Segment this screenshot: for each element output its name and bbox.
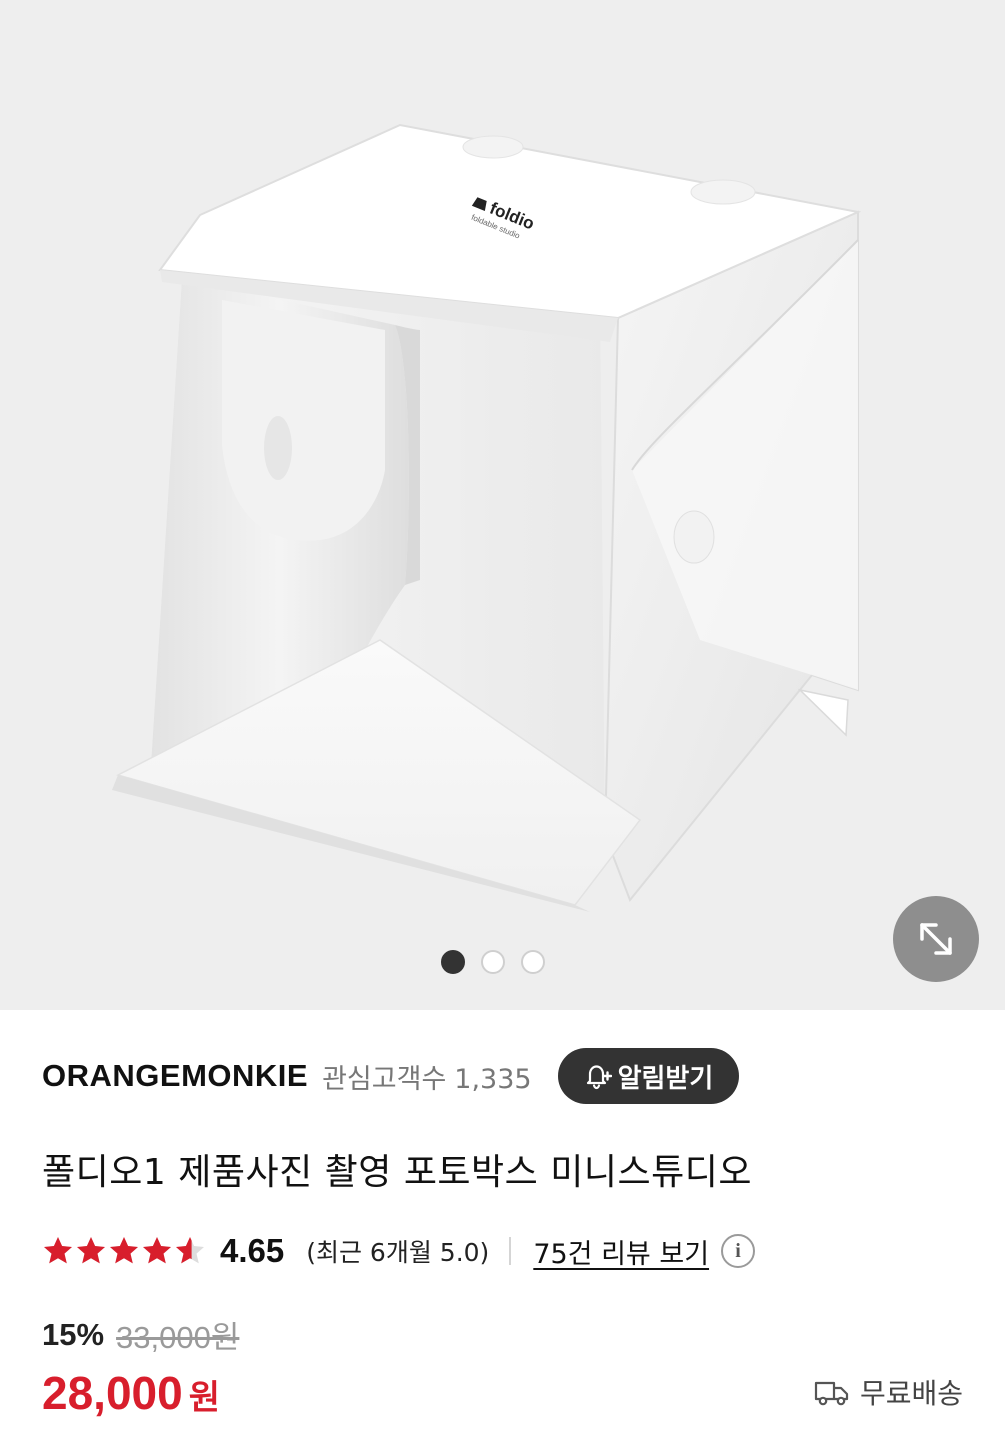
gallery-dot-3[interactable] [520,950,545,974]
expand-image-button[interactable] [893,896,979,982]
subscribe-alarm-label: 알림받기 [617,1063,714,1094]
info-circle-icon[interactable]: i [721,1234,756,1268]
rating-score: 4.65 [220,1232,285,1269]
subscribe-alarm-button[interactable]: 알림받기 [557,1048,740,1104]
discount-rate: 15% [42,1316,105,1352]
brand-name-link[interactable]: ORANGEMONKIE [42,1058,308,1094]
followers-label: 관심고객수 [322,1063,447,1095]
gallery-dot-2[interactable] [480,950,505,974]
followers-count: 1,335 [454,1063,532,1095]
brand-row: ORANGEMONKIE 관심고객수 1,335 알림받기 [42,1048,740,1104]
star-icon [176,1237,204,1264]
product-title: 폴디오1 제품사진 촬영 포토박스 미니스튜디오 [42,1152,752,1193]
rating-row: 4.65 (최근 6개월 5.0) 75건 리뷰 보기 i [42,1228,756,1274]
original-price-row: 15% 33,000원 [42,1312,239,1357]
delivery-truck-icon [814,1377,850,1407]
recent-rating: (최근 6개월 5.0) [306,1238,490,1267]
view-reviews-link[interactable]: 75건 리뷰 보기 [533,1232,709,1271]
diagonal-expand-arrows-icon [920,923,952,955]
star-icon [143,1237,171,1264]
sale-price-row: 28,000 원 [42,1366,220,1420]
star-icon [44,1237,72,1264]
star-icon [110,1237,138,1264]
product-image-gallery[interactable]: foldio foldable studio [0,0,1005,1010]
shipping-label: 무료배송 [859,1377,963,1410]
gallery-pagination [0,950,1005,974]
followers-info: 관심고객수 1,335 [322,1057,532,1096]
sale-price: 28,000 [42,1367,183,1419]
star-rating [42,1235,206,1267]
star-icon [77,1237,105,1264]
gallery-dot-1[interactable] [440,950,465,974]
bell-plus-icon [582,1061,612,1091]
shipping-info: 무료배송 [814,1372,963,1412]
divider [509,1237,512,1265]
currency-unit: 원 [188,1378,220,1418]
product-photo: foldio foldable studio [112,123,862,912]
original-price: 33,000원 [116,1320,240,1355]
